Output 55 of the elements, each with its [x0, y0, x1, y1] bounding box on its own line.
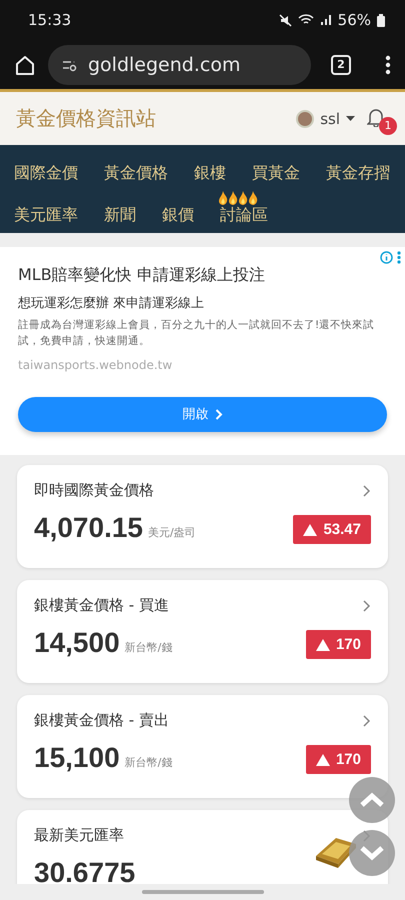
price-card[interactable]: 即時國際黃金價格 4,070.15 美元/盎司 53.47 [17, 465, 388, 568]
ad-description: 註冊成為台灣運彩線上會員，百分之九十的人一試就回不去了!還不快來試試，免費申請，快速開通。 [18, 318, 376, 349]
wifi-icon [298, 14, 314, 26]
nav-link[interactable]: 國際金價 [14, 149, 78, 191]
ad-subheadline: 想玩運彩怎麼辦 來申請運彩線上 [18, 295, 206, 312]
ad-headline[interactable]: MLB賠率變化快 申請運彩線上投注 [18, 265, 387, 286]
chevron-up-icon [359, 792, 385, 808]
info-icon[interactable] [380, 251, 393, 264]
price-value: 4,070.15 [34, 512, 143, 544]
chevron-icon [363, 600, 371, 612]
nav-link[interactable]: 買黃金 [252, 149, 300, 191]
price-card[interactable]: 最新美元匯率 30.6775 [17, 810, 388, 884]
battery-icon [377, 14, 385, 26]
price-card[interactable]: 銀樓黃金價格 - 賣出 15,100 新台幣/錢 170 [17, 695, 388, 798]
ad-domain: taiwansports.webnode.tw [18, 358, 174, 372]
card-title: 最新美元匯率 [34, 826, 124, 845]
chevron-icon [363, 714, 371, 726]
price-value: 15,100 [34, 742, 120, 774]
mute-icon [278, 14, 292, 26]
nav-link[interactable]: 美元匯率 [14, 191, 78, 233]
nav-link[interactable]: 討論區 [220, 191, 268, 233]
bell-icon[interactable] [367, 106, 385, 126]
address-bar[interactable]: goldlegend.com [48, 44, 311, 84]
gesture-handle[interactable] [142, 890, 264, 894]
chevron-icon [363, 484, 371, 496]
nav-link[interactable]: 新聞 [104, 191, 136, 233]
card-title: 銀樓黃金價格 - 買進 [34, 596, 169, 615]
nav-link[interactable]: 黃金存摺 [326, 149, 390, 191]
tab-count[interactable]: 2 [331, 54, 351, 74]
change-badge: 53.47 [293, 515, 371, 544]
change-badge: 170 [306, 630, 371, 659]
more-icon[interactable] [385, 54, 391, 74]
signal-icon [320, 14, 332, 26]
url-text: goldlegend.com [88, 54, 240, 76]
price-value: 14,500 [34, 627, 120, 659]
price-unit: 新台幣/錢 [124, 755, 174, 770]
nav-link[interactable]: 銀樓 [194, 149, 226, 191]
change-badge: 170 [306, 745, 371, 774]
nav-link[interactable]: 黃金價格 [104, 149, 168, 191]
chevron-icon [214, 408, 222, 420]
chevron-down-icon [359, 845, 385, 861]
nav-link[interactable]: 銀價 [162, 191, 194, 233]
price-unit: 美元/盎司 [148, 525, 197, 540]
card-title: 銀樓黃金價格 - 賣出 [34, 711, 169, 730]
price-card[interactable]: 銀樓黃金價格 - 買進 14,500 新台幣/錢 170 [17, 580, 388, 683]
home-icon[interactable] [14, 54, 36, 76]
user-name[interactable]: ssl [320, 110, 340, 128]
battery-percent: 56% [338, 11, 371, 29]
card-title: 即時國際黃金價格 [34, 481, 154, 500]
avatar[interactable] [296, 110, 314, 128]
caret-icon[interactable] [346, 116, 355, 121]
price-value: 30.6775 [34, 857, 136, 884]
status-time: 15:33 [28, 11, 72, 29]
price-unit: 新台幣/錢 [124, 640, 174, 655]
notification-badge: 1 [379, 116, 397, 134]
